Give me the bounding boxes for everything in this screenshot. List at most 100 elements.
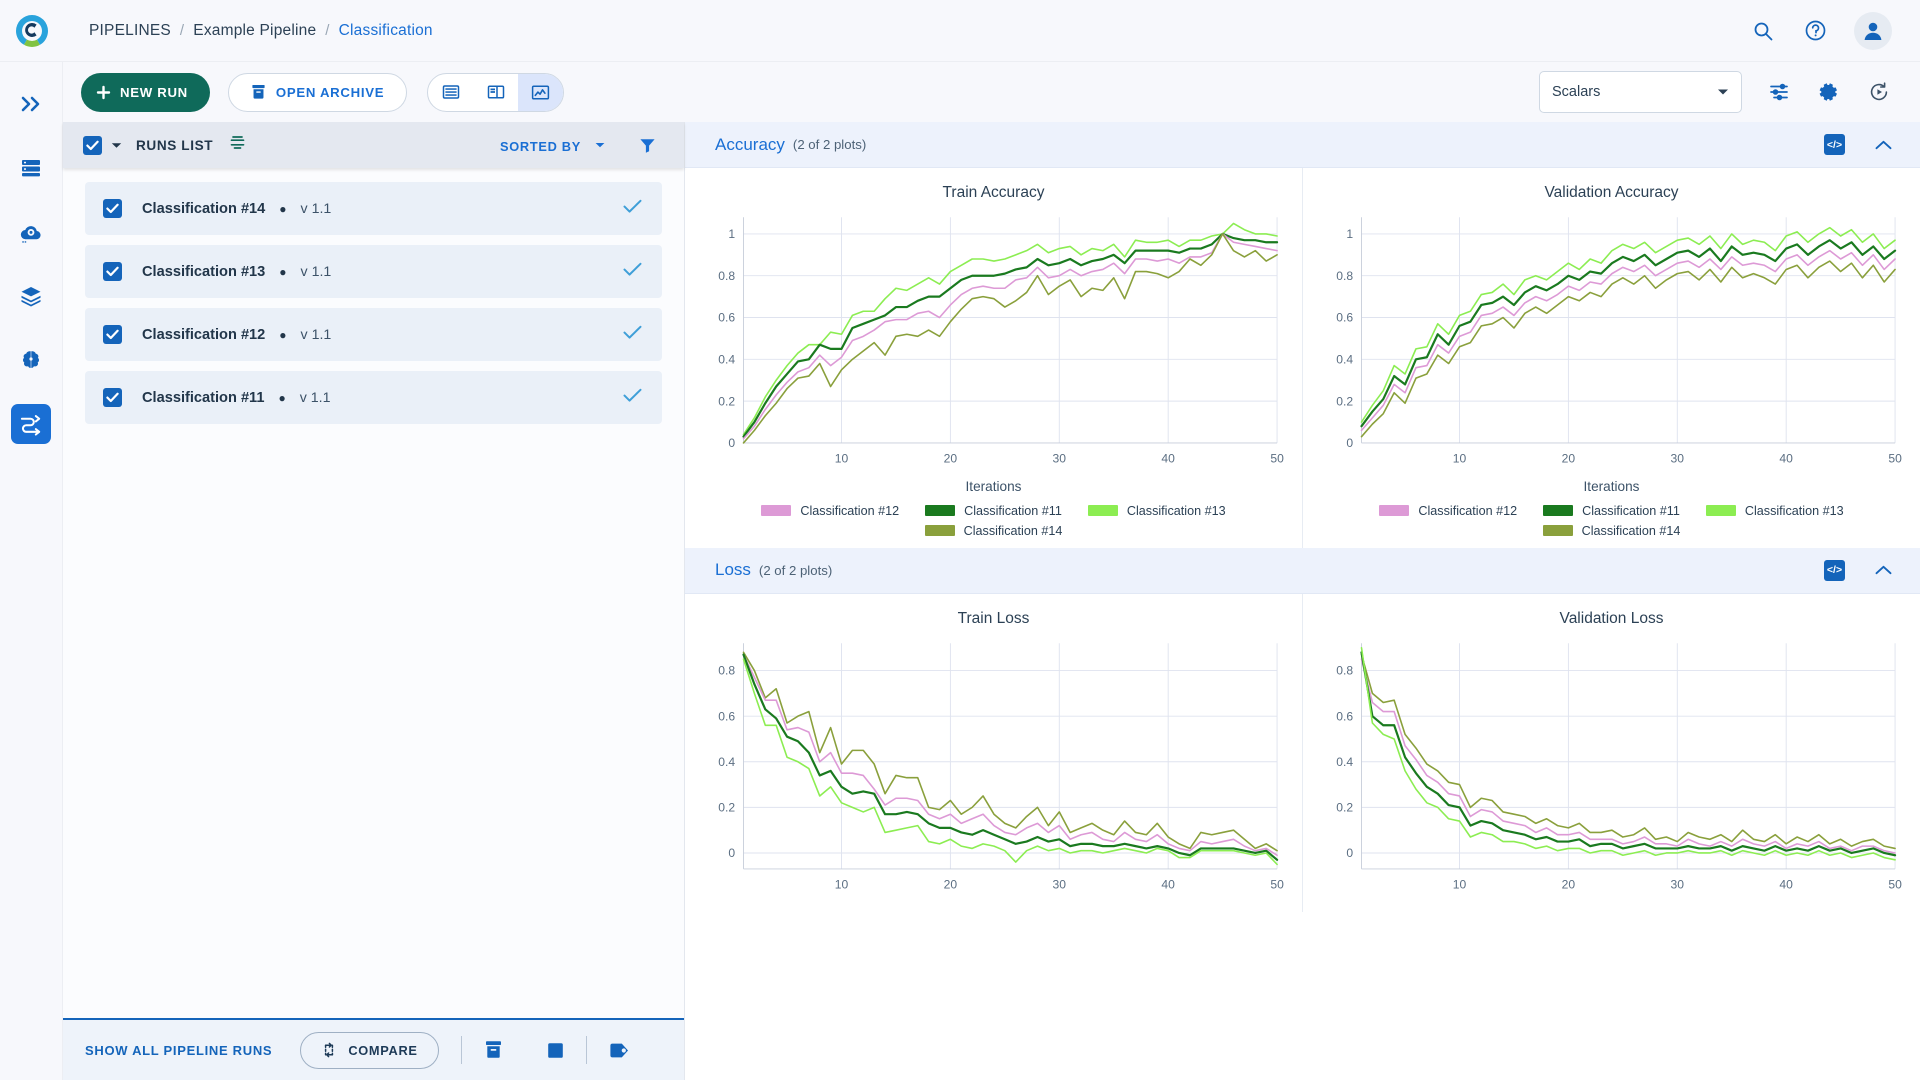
search-icon[interactable] (1750, 18, 1776, 44)
run-selected-check-icon (623, 325, 642, 345)
metric-type-select[interactable]: Scalars (1539, 71, 1742, 113)
chart-canvas: 0 0.2 0.4 0.6 0.8 1 10 20 30 40 50 (1336, 217, 1902, 466)
sidebar-item-layers[interactable] (11, 276, 51, 316)
breadcrumb-item-classification[interactable]: Classification (339, 22, 433, 40)
breadcrumb-item-pipelines[interactable]: PIPELINES (89, 22, 171, 40)
run-row[interactable]: Classification #12 ● v 1.1 (85, 308, 662, 361)
abort-icon[interactable] (547, 1042, 564, 1059)
svg-text:0.4: 0.4 (718, 353, 735, 367)
compare-button[interactable]: COMPARE (300, 1031, 439, 1069)
svg-text:0.8: 0.8 (718, 269, 735, 283)
legend-item[interactable]: Classification #11 (925, 504, 1062, 518)
tag-icon[interactable] (609, 1042, 630, 1059)
top-bar: PIPELINES / Example Pipeline / Classific… (0, 0, 1920, 62)
chart-canvas: 0 0.2 0.4 0.6 0.8 10 20 30 40 50 (718, 642, 1284, 891)
clearml-logo[interactable] (0, 0, 63, 62)
view-toggle-table[interactable] (428, 74, 473, 111)
svg-text:0.2: 0.2 (1336, 800, 1353, 814)
sort-lines-icon[interactable] (229, 134, 246, 156)
run-checkbox[interactable] (103, 199, 122, 218)
settings-sliders-icon[interactable] (1766, 79, 1792, 105)
archive-icon[interactable] (484, 1040, 503, 1060)
help-icon[interactable] (1802, 18, 1828, 44)
svg-text:0.6: 0.6 (1336, 311, 1353, 325)
sidebar-item-pipelines[interactable] (11, 404, 51, 444)
run-version: v 1.1 (300, 200, 332, 217)
run-row[interactable]: Classification #11 ● v 1.1 (85, 371, 662, 424)
legend-item[interactable]: Classification #12 (1379, 504, 1517, 518)
legend-label: Classification #12 (800, 503, 900, 518)
compare-label: COMPARE (348, 1042, 418, 1058)
code-view-icon[interactable]: </> (1824, 134, 1845, 155)
select-all-checkbox[interactable] (83, 135, 102, 155)
legend-item[interactable]: Classification #14 (924, 524, 1062, 538)
run-checkbox[interactable] (103, 388, 122, 407)
view-toggle-plots[interactable] (518, 73, 564, 111)
run-checkbox[interactable] (103, 325, 122, 344)
collapse-section-icon[interactable] (1875, 140, 1892, 150)
svg-text:40: 40 (1161, 877, 1175, 891)
svg-text:0.4: 0.4 (1336, 353, 1353, 367)
svg-text:0: 0 (1346, 436, 1353, 450)
breadcrumb-item-example-pipeline[interactable]: Example Pipeline (193, 22, 316, 40)
section-header-loss[interactable]: Loss (2 of 2 plots) </> (685, 547, 1920, 594)
run-row[interactable]: Classification #14 ● v 1.1 (85, 182, 662, 235)
auto-refresh-icon[interactable] (1866, 79, 1892, 105)
top-bar-actions (1750, 11, 1920, 50)
svg-text:0.4: 0.4 (718, 754, 735, 768)
view-toggle-details[interactable] (473, 74, 518, 111)
x-axis-label: Iterations (965, 478, 1022, 494)
open-archive-button[interactable]: OPEN ARCHIVE (227, 72, 408, 112)
legend-item[interactable]: Classification #12 (761, 504, 899, 518)
svg-text:20: 20 (1562, 877, 1576, 891)
select-all-dropdown-icon[interactable] (111, 136, 122, 154)
sidebar-item-orchestration[interactable] (11, 212, 51, 252)
svg-text:0.6: 0.6 (1336, 709, 1353, 723)
gear-icon[interactable] (1816, 79, 1842, 105)
filter-icon[interactable] (639, 137, 656, 154)
legend-item[interactable]: Classification #14 (1542, 523, 1681, 538)
run-status-dot: ● (279, 264, 287, 279)
sidebar-item-models[interactable] (11, 340, 51, 380)
show-all-pipeline-runs-button[interactable]: SHOW ALL PIPELINE RUNS (85, 1043, 272, 1058)
svg-text:50: 50 (1270, 877, 1284, 891)
plot-validation-accuracy: Validation Accuracy 0 0.2 0.4 0.6 0.8 1 10 20 30… (1302, 168, 1920, 548)
sidebar-item-datasets[interactable] (11, 148, 51, 188)
svg-text:0: 0 (1346, 846, 1353, 860)
run-status-dot: ● (278, 390, 286, 405)
run-selected-check-icon (623, 262, 642, 282)
runs-list-title: RUNS LIST (136, 137, 214, 153)
run-name: Classification #11 (142, 389, 265, 406)
run-checkbox[interactable] (103, 262, 122, 281)
x-axis-label: Iterations (1583, 478, 1640, 494)
section-title: Loss (715, 560, 751, 580)
legend-label: Classification #13 (1126, 503, 1226, 518)
run-version: v 1.1 (299, 389, 331, 406)
legend-item[interactable]: Classification #13 (1705, 504, 1844, 518)
code-view-icon[interactable]: </> (1824, 559, 1845, 581)
svg-text:40: 40 (1779, 877, 1793, 891)
chart-canvas: 0 0.2 0.4 0.6 0.8 1 10 20 30 40 50 (718, 217, 1284, 466)
section-plot-count: (2 of 2 plots) (792, 137, 867, 152)
plot-title: Train Loss (957, 609, 1030, 627)
run-row[interactable]: Classification #13 ● v 1.1 (85, 245, 662, 298)
sorted-by-button[interactable]: SORTED BY (500, 137, 605, 154)
legend-label: Classification #12 (1418, 503, 1518, 518)
legend-swatch (761, 505, 792, 517)
sidebar-expand-icon[interactable] (11, 84, 51, 124)
section-header-accuracy[interactable]: Accuracy (2 of 2 plots) </> (685, 122, 1920, 168)
plot-train-loss: Train Loss 0 0.2 0.4 0.6 0.8 10 20 30 40 50 (685, 594, 1302, 913)
svg-text:50: 50 (1888, 877, 1902, 891)
legend-item[interactable]: Classification #13 (1087, 503, 1226, 518)
legend-label: Classification #14 (1581, 523, 1681, 538)
section-actions: </> (1824, 559, 1892, 581)
legend-swatch (1543, 505, 1574, 517)
legend-item[interactable]: Classification #11 (1543, 504, 1680, 518)
runs-list: Classification #14 ● v 1.1 Classificatio… (63, 168, 684, 424)
user-avatar[interactable] (1854, 11, 1892, 50)
svg-text:10: 10 (1453, 877, 1467, 891)
new-run-button[interactable]: NEW RUN (81, 72, 210, 112)
view-toggle-group (427, 72, 565, 112)
collapse-section-icon[interactable] (1875, 565, 1892, 575)
content-area: RUNS LIST SORTED BY Classification #14 ●… (63, 122, 1920, 1080)
